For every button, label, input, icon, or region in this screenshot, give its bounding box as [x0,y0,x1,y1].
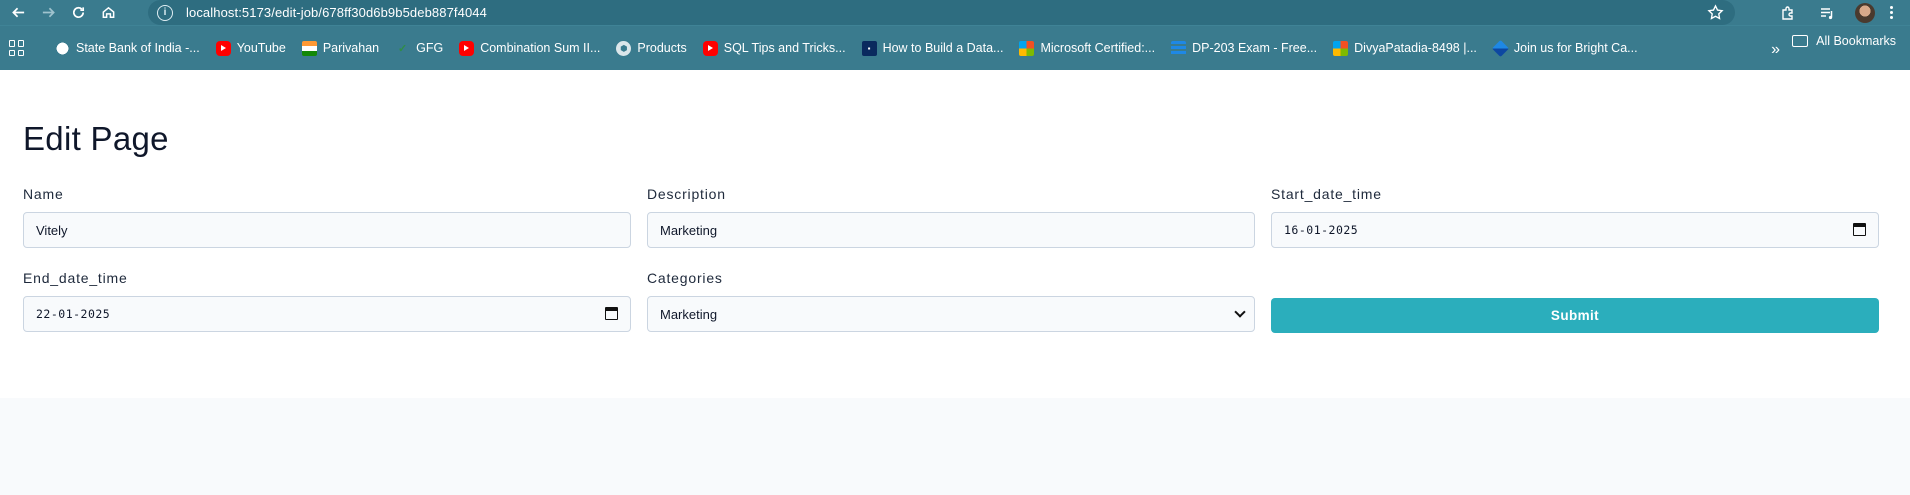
bookmark-label: GFG [416,41,444,55]
apps-grid-icon[interactable] [9,40,25,56]
bookmark-gfg[interactable]: ✓ GFG [387,34,451,62]
bookmark-label: Join us for Bright Ca... [1513,41,1638,55]
reload-icon[interactable] [66,1,90,25]
categories-label: Categories [647,270,723,286]
youtube-icon [702,40,718,56]
bookmarks-bar: State Bank of India -... YouTube Parivah… [0,25,1910,70]
site-info-icon[interactable]: i [157,4,173,21]
page-title: Edit Page [23,120,169,157]
browser-toolbar: i localhost:5173/edit-job/678ff30d6b9b5d… [0,0,1910,25]
bookmark-bright[interactable]: Join us for Bright Ca... [1485,34,1646,62]
home-icon[interactable] [96,1,120,25]
description-input[interactable]: Marketing [647,212,1255,248]
bookmark-label: SQL Tips and Tricks... [723,41,846,55]
name-field-group: Name Vitely [23,186,631,248]
name-label: Name [23,186,64,202]
categories-field-group: Categories Marketing [647,270,1255,332]
bookmark-ms-certified[interactable]: Microsoft Certified:... [1011,34,1163,62]
chevron-down-icon [1234,306,1246,318]
bookmark-combination-sum[interactable]: Combination Sum II... [451,34,608,62]
name-input[interactable]: Vitely [23,212,631,248]
bookmark-youtube[interactable]: YouTube [208,34,294,62]
youtube-icon [215,40,231,56]
bookmark-dp203[interactable]: DP-203 Exam - Free... [1163,34,1325,62]
products-icon: ⬢ [616,40,632,56]
bookmark-star-icon[interactable] [1707,4,1724,21]
categories-select[interactable]: Marketing [647,296,1255,332]
menu-icon[interactable] [1888,6,1894,19]
start-date-value: 16-01-2025 [1284,223,1359,237]
kite-icon [1491,39,1509,57]
india-flag-icon [301,40,317,56]
site-icon: ▪ [861,40,877,56]
submit-button[interactable]: Submit [1271,298,1879,333]
end-date-field-group: End_date_time 22-01-2025 [23,270,631,332]
bookmark-label: Products [637,41,687,55]
start-date-field-group: Start_date_time 16-01-2025 [1271,186,1879,248]
gfg-icon: ✓ [398,42,408,55]
end-date-input[interactable]: 22-01-2025 [23,296,631,332]
bookmark-label: Combination Sum II... [480,41,601,55]
globe-icon [55,40,70,56]
bars-icon [1171,40,1187,56]
microsoft-icon [1333,40,1349,56]
forward-icon[interactable] [36,1,60,25]
bookmark-label: State Bank of India -... [76,41,200,55]
all-bookmarks-button[interactable]: All Bookmarks [1792,34,1896,48]
start-date-label: Start_date_time [1271,186,1382,202]
calendar-icon[interactable] [1853,223,1866,236]
profile-avatar[interactable] [1855,2,1875,23]
end-date-value: 22-01-2025 [36,307,111,321]
end-date-label: End_date_time [23,270,128,286]
bookmark-label: Microsoft Certified:... [1040,41,1156,55]
chevron-double-right-icon[interactable]: » [1771,41,1780,59]
media-queue-icon[interactable] [1816,2,1838,24]
bookmark-label: How to Build a Data... [882,41,1004,55]
folder-icon [1792,35,1809,47]
bookmark-label: DP-203 Exam - Free... [1192,41,1318,55]
bookmark-label: DivyaPatadia-8498 |... [1354,41,1477,55]
bookmark-divya[interactable]: DivyaPatadia-8498 |... [1325,34,1485,62]
bookmark-parivahan[interactable]: Parivahan [294,34,387,62]
calendar-icon[interactable] [605,307,618,320]
description-field-group: Description Marketing [647,186,1255,248]
edit-page-container: Edit Page Name Vitely Description Market… [0,70,1910,398]
back-icon[interactable] [6,1,30,25]
bookmark-sql-tips[interactable]: SQL Tips and Tricks... [695,34,854,62]
bookmark-products[interactable]: ⬢ Products [608,34,694,62]
microsoft-icon [1019,40,1035,56]
browser-actions [1777,0,1910,25]
start-date-input[interactable]: 16-01-2025 [1271,212,1879,248]
address-bar[interactable]: i localhost:5173/edit-job/678ff30d6b9b5d… [148,0,1735,25]
bookmark-label: YouTube [236,41,286,55]
all-bookmarks-label: All Bookmarks [1816,34,1896,48]
description-label: Description [647,186,726,202]
extensions-icon[interactable] [1777,2,1799,24]
url-text[interactable]: localhost:5173/edit-job/678ff30d6b9b5deb… [186,5,487,20]
youtube-icon [459,40,475,56]
categories-selected-value: Marketing [660,306,718,322]
bookmark-label: Parivahan [322,41,380,55]
bookmark-sbi[interactable]: State Bank of India -... [47,34,208,62]
bookmark-data-build[interactable]: ▪ How to Build a Data... [854,34,1012,62]
